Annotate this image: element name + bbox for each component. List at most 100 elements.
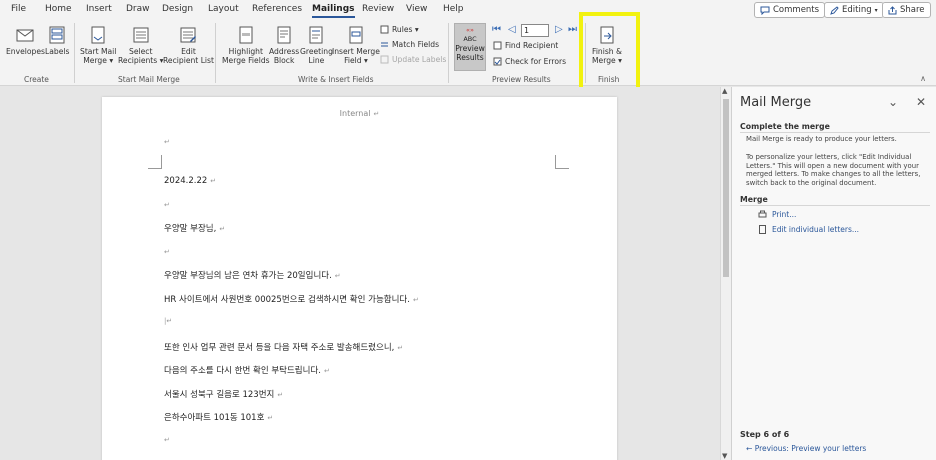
pane-title: Mail Merge [740,95,812,110]
tab-file[interactable]: File [11,4,26,14]
group-separator [74,23,75,83]
group-separator [448,23,449,83]
print-link[interactable]: Print... [772,210,796,219]
rules-label: Rules ▾ [392,25,419,34]
preview-results-button[interactable]: «» ABC Preview Results [454,23,486,71]
share-button[interactable]: Share [882,2,931,18]
update-labels-icon [380,55,389,64]
group-start-label: Start Mail Merge [118,75,180,84]
match-fields-button[interactable]: Match Fields [380,40,439,49]
editing-label: Editing [842,5,872,15]
group-preview-label: Preview Results [492,75,551,84]
address-block-button[interactable]: Address Block [269,25,299,65]
vertical-scrollbar[interactable]: ▲ ▼ [720,87,731,460]
step-indicator: Step 6 of 6 [740,430,790,439]
editing-button[interactable]: Editing ▾ [824,2,884,18]
previous-record-icon[interactable]: ◁ [508,24,516,35]
start-mail-merge-icon [91,26,105,44]
highlight-merge-fields-button[interactable]: Highlight Merge Fields [222,25,270,65]
envelopes-label: Envelopes [6,47,45,56]
tab-layout[interactable]: Layout [208,4,239,14]
edit-recipient-list-button[interactable]: Edit Recipient List [163,25,214,65]
previous-step-link[interactable]: ← Previous: Preview your letters [746,444,866,453]
collapse-ribbon-icon[interactable]: ∧ [920,74,926,83]
comments-label: Comments [773,5,820,15]
paragraph-mark: |↵ [164,317,173,325]
arrow-left-icon: ← [746,444,753,453]
insert-merge-label-1: Insert Merge [332,47,380,56]
check-errors-icon [493,57,502,66]
highlight-label-1: Highlight [228,47,263,56]
paragraph-mark: ↵ [164,248,170,256]
crop-mark [148,155,162,169]
rules-button[interactable]: Rules ▾ [380,25,419,34]
comments-button[interactable]: Comments [754,2,826,18]
document-page[interactable]: Internal ↵ ↵ 2024.2.22 ↵ ↵ 우양말 부장님, ↵ ↵ 우양말… [102,97,617,460]
doc-line: 우양말 부장님, ↵ [164,224,226,234]
match-fields-icon [381,42,388,47]
group-separator [585,23,586,83]
printer-icon [758,210,767,218]
tab-insert[interactable]: Insert [86,4,112,14]
start-mail-merge-button[interactable]: Start Mail Merge ▾ [80,25,116,65]
tab-help[interactable]: Help [443,4,464,14]
next-record-icon[interactable]: ▷ [555,24,563,35]
select-recipients-icon [133,27,149,43]
paragraph-mark: ↵ [164,436,170,444]
first-record-icon[interactable]: ⏮ [492,24,501,35]
record-number-input[interactable]: 1 [521,24,549,37]
doc-line: HR 사이트에서 사원번호 00025번으로 검색하시면 확인 가능합니다. ↵ [164,295,419,305]
finish-merge-button[interactable]: Finish & Merge ▾ [592,25,622,65]
select-recipients-button[interactable]: Select Recipients ▾ [118,25,163,65]
highlight-label-2: Merge Fields [222,56,270,65]
chevron-down-icon: ▾ [874,6,878,14]
address-block-icon [277,26,291,44]
update-labels-button[interactable]: Update Labels [380,55,446,64]
insert-merge-field-button[interactable]: Insert Merge Field ▾ [332,25,380,65]
tab-home[interactable]: Home [45,4,72,14]
start-mail-merge-label-1: Start Mail [80,47,117,56]
tab-references[interactable]: References [252,4,302,14]
merge-heading: Merge [740,195,930,206]
doc-line: 서울시 성북구 길음로 123번지 ↵ [164,390,284,400]
finish-label-2: Merge ▾ [592,56,622,65]
select-recipients-label-1: Select [129,47,153,56]
tab-design[interactable]: Design [162,4,193,14]
scroll-up-icon[interactable]: ▲ [722,87,727,95]
group-separator [215,23,216,83]
edit-recipient-list-label-2: Recipient List [163,56,214,65]
tab-view[interactable]: View [406,4,427,14]
pane-options-icon[interactable]: ⌄ [888,95,898,109]
page-header: Internal ↵ [339,109,380,118]
last-record-icon[interactable]: ⏭ [568,24,577,35]
mail-merge-pane: Mail Merge ⌄ ✕ Complete the merge Mail M… [731,87,936,460]
group-finish-label: Finish [598,75,620,84]
edit-individual-letters-link[interactable]: Edit individual letters... [772,225,859,234]
complete-merge-text: Mail Merge is ready to produce your lett… [746,135,897,143]
tab-draw[interactable]: Draw [126,4,150,14]
greeting-label-2: Line [308,56,325,65]
envelopes-button[interactable]: Envelopes [6,25,45,56]
tab-review[interactable]: Review [362,4,394,14]
insert-merge-label-2: Field ▾ [344,56,368,65]
paragraph-mark: ↵ [164,201,170,209]
highlight-fields-icon [239,26,253,44]
check-errors-button[interactable]: Check for Errors [493,57,566,66]
scroll-thumb[interactable] [723,99,729,277]
envelope-icon [16,29,34,42]
tab-mailings[interactable]: Mailings [312,4,355,18]
group-create-label: Create [24,75,49,84]
edit-list-icon [180,27,197,43]
scroll-down-icon[interactable]: ▼ [722,452,727,460]
group-write-label: Write & Insert Fields [298,75,374,84]
greeting-line-button[interactable]: Greeting Line [300,25,333,65]
find-recipient-button[interactable]: Find Recipient [493,41,558,50]
pencil-icon [830,5,839,15]
close-icon[interactable]: ✕ [916,95,926,109]
share-icon [888,5,897,14]
address-label-2: Block [273,56,295,65]
edit-letters-icon [759,225,766,234]
document-area: Internal ↵ ↵ 2024.2.22 ↵ ↵ 우양말 부장님, ↵ ↵ 우양말… [0,87,720,460]
labels-button[interactable]: Labels [45,25,69,56]
match-fields-label: Match Fields [392,40,440,49]
